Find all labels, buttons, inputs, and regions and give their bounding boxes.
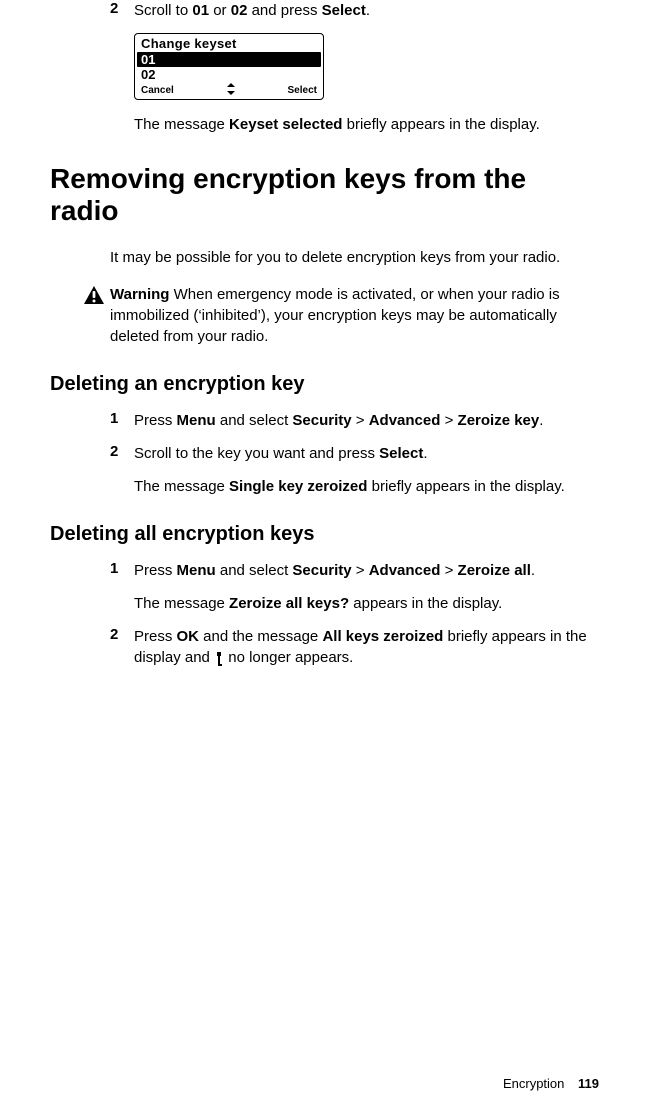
step-text: Press Menu and select Security > Advance… — [134, 410, 543, 431]
lcd-title: Change keyset — [135, 34, 323, 52]
footer-section: Encryption — [503, 1076, 564, 1091]
updown-icon — [227, 83, 235, 97]
step-item: 1 Press Menu and select Security > Advan… — [110, 560, 599, 614]
warning-block: Warning When emergency mode is activated… — [84, 284, 599, 347]
lcd-row: 02 — [135, 67, 323, 82]
step-item: 2 Scroll to 01 or 02 and press Select. — [110, 0, 599, 21]
step-text: Scroll to 01 or 02 and press Select. — [134, 0, 370, 21]
step-number: 2 — [110, 443, 134, 497]
step-text: Press OK and the message All keys zeroiz… — [134, 626, 599, 668]
key-icon — [214, 651, 224, 665]
warning-icon — [84, 286, 106, 347]
lcd-row-selected: 01 — [137, 52, 321, 67]
softkey-cancel: Cancel — [141, 85, 174, 96]
heading-deleting-key: Deleting an encryption key — [50, 373, 599, 396]
step-number: 2 — [110, 626, 134, 668]
step-text: Press Menu and select Security > Advance… — [134, 560, 535, 614]
softkey-select: Select — [288, 85, 317, 96]
step-item: 1 Press Menu and select Security > Advan… — [110, 410, 599, 431]
step-item: 2 Press OK and the message All keys zero… — [110, 626, 599, 668]
lcd-softkeys: Cancel Select — [135, 82, 323, 99]
warning-text: Warning When emergency mode is activated… — [110, 284, 599, 347]
step-number: 2 — [110, 0, 134, 21]
heading-deleting-all-keys: Deleting all encryption keys — [50, 523, 599, 546]
step-item: 2 Scroll to the key you want and press S… — [110, 443, 599, 497]
step-number: 1 — [110, 410, 134, 431]
result-text: The message Keyset selected briefly appe… — [134, 114, 599, 135]
step-text: Scroll to the key you want and press Sel… — [134, 443, 565, 497]
footer-page-number: 119 — [578, 1076, 599, 1091]
intro-text: It may be possible for you to delete enc… — [110, 247, 599, 268]
lcd-screen: Change keyset 01 02 Cancel Select — [134, 33, 324, 100]
step-number: 1 — [110, 560, 134, 614]
page-footer: Encryption 119 — [503, 1076, 599, 1091]
heading-removing-keys: Removing encryption keys from the radio — [50, 163, 599, 227]
